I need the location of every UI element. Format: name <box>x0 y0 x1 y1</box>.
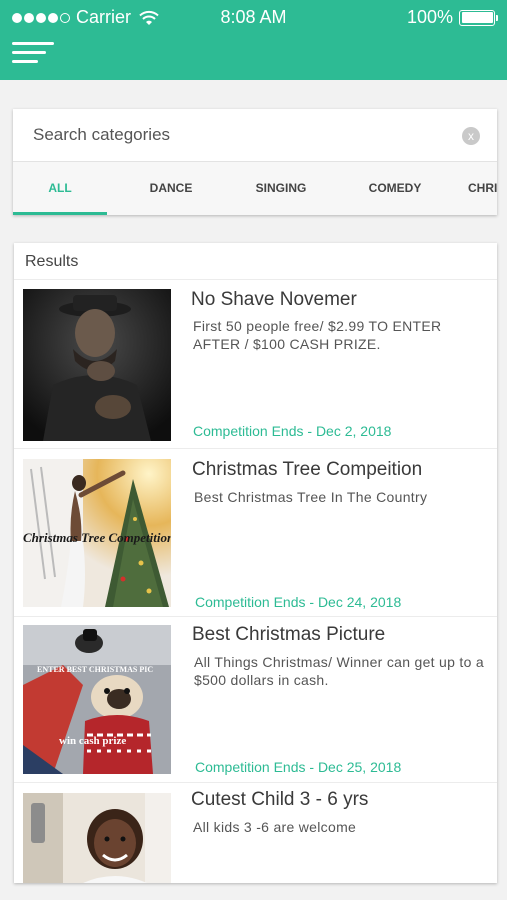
competition-thumbnail: Christmas Tree Competition <box>23 459 171 607</box>
battery-percent: 100% <box>406 7 453 27</box>
status-right: 100% <box>406 7 498 28</box>
item-title: Best Christmas Picture <box>192 624 386 645</box>
results-heading: Results <box>14 243 497 280</box>
item-description: First 50 people free/ $2.99 TO ENTER AFT… <box>193 318 442 352</box>
item-description: All kids 3 -6 are welcome <box>193 819 357 835</box>
search-input[interactable] <box>13 109 453 161</box>
tab-christmas[interactable]: CHRI <box>468 162 497 215</box>
category-tabs: ALL DANCE SINGING COMEDY CHRI <box>13 162 497 215</box>
item-title: Cutest Child 3 - 6 yrs <box>191 789 369 810</box>
clear-search-icon[interactable]: x <box>462 127 480 145</box>
battery-icon <box>459 9 498 26</box>
competition-item-christmas-picture[interactable]: ENTER BEST CHRISTMAS PIC win cash prize … <box>14 617 497 783</box>
search-card: x ALL DANCE SINGING COMEDY CHRI <box>13 109 497 215</box>
competition-thumbnail: ENTER BEST CHRISTMAS PIC win cash prize <box>23 625 171 774</box>
tab-singing[interactable]: SINGING <box>231 162 331 215</box>
competition-end-date: Competition Ends - Dec 24, 2018 <box>195 594 402 610</box>
thumbnail-caption-top: ENTER BEST CHRISTMAS PIC <box>37 665 154 674</box>
search-row: x <box>13 109 497 162</box>
competition-thumbnail <box>23 289 171 441</box>
tab-all[interactable]: ALL <box>13 162 107 215</box>
results-card: Results No Shave Novemer First 50 people… <box>14 243 497 883</box>
hamburger-menu-icon[interactable] <box>12 40 56 66</box>
status-bar: Carrier 8:08 AM 100% <box>0 0 507 34</box>
competition-item-no-shave[interactable]: No Shave Novemer First 50 people free/ $… <box>14 280 497 449</box>
competition-thumbnail <box>23 793 171 883</box>
competition-end-date: Competition Ends - Dec 2, 2018 <box>193 423 392 439</box>
competition-item-cutest-child[interactable]: Cutest Child 3 - 6 yrs All kids 3 -6 are… <box>14 783 497 883</box>
active-tab-indicator <box>13 212 107 215</box>
app-header: Carrier 8:08 AM 100% <box>0 0 507 80</box>
item-title: Christmas Tree Compeition <box>192 459 423 480</box>
competition-end-date: Competition Ends - Dec 25, 2018 <box>195 759 402 775</box>
thumbnail-caption-bottom: win cash prize <box>59 735 127 747</box>
item-title: No Shave Novemer <box>191 289 357 310</box>
item-description: Best Christmas Tree In The Country <box>194 489 428 505</box>
thumbnail-caption: Christmas Tree Competition <box>23 530 171 545</box>
tab-comedy[interactable]: COMEDY <box>345 162 445 215</box>
item-description: All Things Christmas/ Winner can get up … <box>194 654 484 688</box>
competition-item-christmas-tree[interactable]: Christmas Tree Competition Christmas Tre… <box>14 449 497 617</box>
tab-dance[interactable]: DANCE <box>121 162 221 215</box>
